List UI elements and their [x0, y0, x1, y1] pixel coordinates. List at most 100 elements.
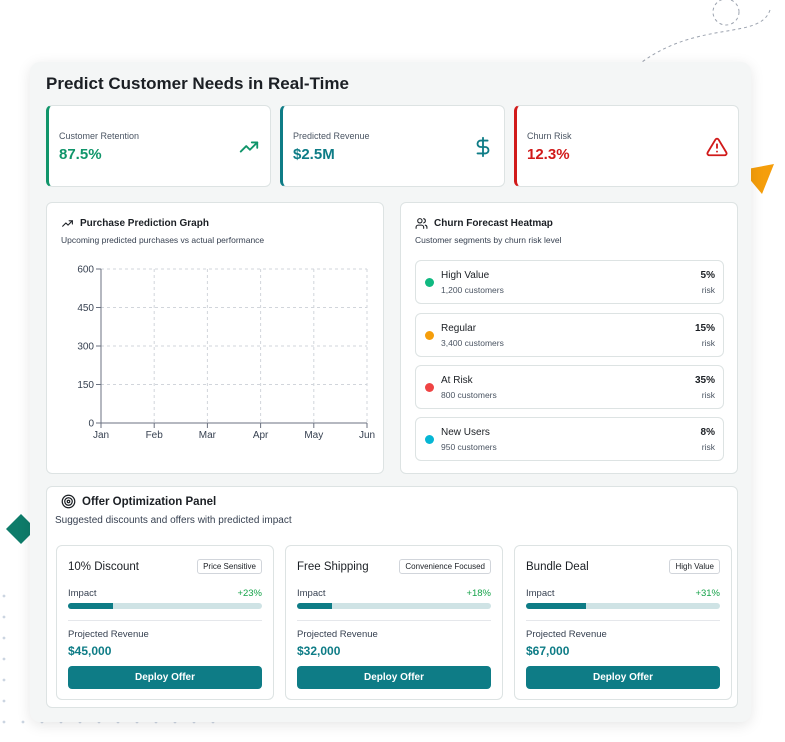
offer-name: 10% Discount [68, 561, 139, 573]
segment-percent: 35% [694, 375, 715, 386]
status-dot [425, 278, 434, 287]
segment-risk-label: risk [701, 338, 715, 348]
y-tick-label: 300 [77, 342, 94, 353]
kpi-label: Predicted Revenue [293, 131, 370, 141]
offer-tag: Convenience Focused [399, 559, 491, 574]
impact-bar-fill [68, 603, 113, 609]
offer-optimization-panel: Offer Optimization Panel Suggested disco… [46, 486, 738, 708]
segment-name: New Users [441, 427, 490, 438]
panel-title: Purchase Prediction Graph [61, 217, 209, 230]
decoration-dot [2, 720, 6, 724]
segment-risk-label: risk [701, 442, 715, 452]
x-tick-label: Apr [253, 430, 269, 441]
kpi-churn-risk: Churn Risk 12.3% [514, 105, 739, 187]
segment-count: 3,400 customers [441, 338, 504, 348]
segment-count: 950 customers [441, 442, 497, 452]
decoration-dot [2, 636, 6, 640]
segment-name: Regular [441, 323, 477, 334]
impact-bar [297, 603, 491, 609]
y-tick-label: 0 [88, 419, 94, 430]
status-dot [425, 383, 434, 392]
impact-bar [526, 603, 720, 609]
impact-label: Impact [297, 588, 326, 599]
segment-new-users[interactable]: New Users 950 customers 8% risk [415, 417, 724, 461]
impact-bar-fill [297, 603, 332, 609]
projected-revenue-value: $45,000 [68, 644, 112, 658]
impact-value: +31% [695, 588, 720, 599]
trending-up-icon [62, 220, 73, 227]
y-tick-label: 450 [77, 303, 94, 314]
users-icon [415, 218, 428, 229]
projected-revenue-label: Projected Revenue [526, 629, 607, 640]
x-tick-label: May [304, 430, 323, 441]
projected-revenue-value: $32,000 [297, 644, 341, 658]
segment-regular[interactable]: Regular 3,400 customers 15% risk [415, 313, 724, 357]
segment-count: 1,200 customers [441, 285, 504, 295]
impact-label: Impact [68, 588, 97, 599]
offer-tag: Price Sensitive [197, 559, 262, 574]
y-tick-label: 150 [77, 380, 94, 391]
impact-value: +23% [237, 588, 262, 599]
projected-revenue-value: $67,000 [526, 644, 570, 658]
trending-up-icon [239, 141, 259, 153]
warning-icon [706, 137, 728, 157]
segment-name: At Risk [441, 375, 473, 386]
decoration-dot [2, 615, 6, 619]
impact-label: Impact [526, 588, 555, 599]
segment-percent: 5% [700, 270, 715, 281]
kpi-label: Churn Risk [527, 131, 572, 141]
segment-percent: 8% [700, 427, 715, 438]
segment-name: High Value [441, 270, 490, 281]
offers-title: Offer Optimization Panel [82, 495, 217, 508]
divider [297, 620, 491, 621]
segment-risk-label: risk [701, 285, 715, 295]
offers-subtitle: Suggested discounts and offers with pred… [55, 515, 292, 526]
decoration-dot [21, 720, 25, 724]
purchase-prediction-panel: Purchase Prediction Graph Upcoming predi… [46, 202, 384, 474]
churn-heatmap-panel: Churn Forecast Heatmap Customer segments… [400, 202, 738, 474]
kpi-value: $2.5M [293, 146, 335, 163]
panel-title: Churn Forecast Heatmap [415, 217, 553, 230]
target-icon [61, 494, 76, 509]
impact-bar-fill [526, 603, 587, 609]
kpi-predicted-revenue: Predicted Revenue $2.5M [280, 105, 505, 187]
purchase-chart: 0 150 300 450 600 Jan Feb Mar Apr May Jun [77, 265, 375, 442]
segment-risk-label: risk [701, 390, 715, 400]
kpi-customer-retention: Customer Retention 87.5% [46, 105, 271, 187]
offer-name: Free Shipping [297, 561, 369, 573]
status-dot [425, 331, 434, 340]
dashed-circle-decoration [641, 0, 771, 63]
decoration-dot [2, 657, 6, 661]
segment-percent: 15% [694, 323, 715, 334]
deploy-offer-button[interactable]: Deploy Offer [297, 666, 491, 689]
kpi-value: 12.3% [527, 146, 570, 163]
segment-at-risk[interactable]: At Risk 800 customers 35% risk [415, 365, 724, 409]
offer-name: Bundle Deal [526, 561, 589, 573]
heatmap-title: Churn Forecast Heatmap [434, 218, 553, 229]
projected-revenue-label: Projected Revenue [68, 629, 149, 640]
deploy-offer-button[interactable]: Deploy Offer [526, 666, 720, 689]
decoration-dot [2, 594, 6, 598]
page-title: Predict Customer Needs in Real-Time [46, 74, 349, 93]
decoration-dot [2, 678, 6, 682]
x-tick-label: Jan [93, 430, 109, 441]
divider [68, 620, 262, 621]
offer-card: 10% Discount Price Sensitive Impact +23%… [56, 545, 274, 700]
kpi-value: 87.5% [59, 146, 102, 163]
heatmap-subtitle: Customer segments by churn risk level [415, 235, 562, 245]
impact-bar [68, 603, 262, 609]
x-tick-label: Jun [359, 430, 375, 441]
offer-tag: High Value [669, 559, 720, 574]
segment-high-value[interactable]: High Value 1,200 customers 5% risk [415, 260, 724, 304]
offer-card: Bundle Deal High Value Impact +31% Proje… [514, 545, 732, 700]
graph-title: Purchase Prediction Graph [80, 218, 209, 229]
x-tick-label: Mar [199, 430, 217, 441]
decoration-dot [2, 699, 6, 703]
deploy-offer-button[interactable]: Deploy Offer [68, 666, 262, 689]
projected-revenue-label: Projected Revenue [297, 629, 378, 640]
offer-card: Free Shipping Convenience Focused Impact… [285, 545, 503, 700]
panel-title: Offer Optimization Panel [61, 494, 216, 509]
status-dot [425, 435, 434, 444]
divider [526, 620, 720, 621]
graph-subtitle: Upcoming predicted purchases vs actual p… [61, 235, 265, 245]
